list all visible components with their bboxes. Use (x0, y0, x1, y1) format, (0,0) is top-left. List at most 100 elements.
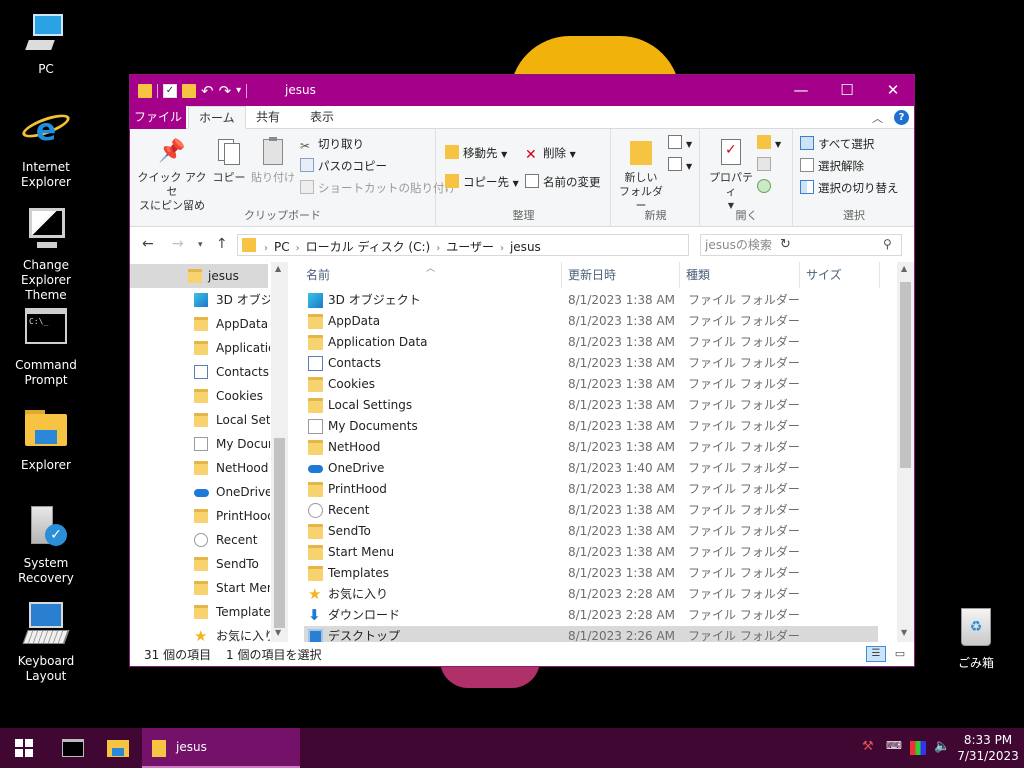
details-view-icon[interactable]: ☰ (866, 646, 886, 662)
table-row[interactable]: PrintHood 8/1/2023 1:38 AM ファイル フォルダー (304, 479, 878, 500)
table-row[interactable]: NetHood 8/1/2023 1:38 AM ファイル フォルダー (304, 437, 878, 458)
properties-button[interactable]: ✓ プロパティ ▼ (705, 137, 757, 213)
tools-tray-icon[interactable]: ⚒ (862, 739, 874, 754)
volume-muted-icon[interactable]: 🔈 (934, 739, 950, 754)
table-row[interactable]: 3D オブジェクト 8/1/2023 1:38 AM ファイル フォルダー (304, 290, 878, 311)
large-icons-view-icon[interactable]: ▭ (890, 646, 910, 662)
select-none-button[interactable]: 選択解除 (800, 156, 864, 176)
table-row[interactable]: My Documents 8/1/2023 1:38 AM ファイル フォルダー (304, 416, 878, 437)
table-row[interactable]: ★ お気に入り 8/1/2023 2:28 AM ファイル フォルダー (304, 584, 878, 605)
table-row[interactable]: OneDrive 8/1/2023 1:40 AM ファイル フォルダー (304, 458, 878, 479)
table-row[interactable]: AppData 8/1/2023 1:38 AM ファイル フォルダー (304, 311, 878, 332)
address-bar[interactable]: › PC › ローカル ディスク (C:) › ユーザー › jesus ⌵ ↻ (237, 234, 791, 256)
rename-button[interactable]: 名前の変更 (525, 172, 601, 192)
nav-item[interactable]: jesus (130, 264, 268, 288)
desktop-icon-command-prompt[interactable]: C:\_ Command Prompt (0, 306, 92, 388)
nav-item[interactable]: ★ お気に入り (130, 624, 270, 643)
paste-shortcut-button[interactable]: ショートカットの貼り付け (300, 178, 456, 198)
file-list-scrollbar[interactable]: ▲ ▼ (897, 262, 914, 642)
table-row[interactable]: Contacts 8/1/2023 1:38 AM ファイル フォルダー (304, 353, 878, 374)
delete-button[interactable]: ✕ 削除 ▼ (525, 143, 576, 163)
nav-item[interactable]: NetHood (130, 456, 270, 480)
taskbar-command-prompt[interactable] (52, 728, 92, 768)
new-folder-button[interactable]: 新しい フォルダー (616, 137, 666, 213)
tab-file[interactable]: ファイル (130, 106, 186, 129)
properties-icon[interactable]: ✓ (163, 84, 177, 98)
column-header-date[interactable]: 更新日時 (562, 262, 680, 288)
cut-button[interactable]: ✂ 切り取り (300, 134, 364, 154)
table-row[interactable]: ⬇ ダウンロード 8/1/2023 2:28 AM ファイル フォルダー (304, 605, 878, 626)
column-header-name[interactable]: ︿ 名前 (300, 262, 562, 288)
easy-access-button[interactable]: ▼ (668, 155, 692, 175)
move-to-button[interactable]: 移動先 ▼ (445, 143, 507, 163)
tab-share[interactable]: 共有 (246, 106, 290, 129)
nav-item[interactable]: SendTo (130, 552, 270, 576)
column-header-size[interactable]: サイズ (800, 262, 880, 288)
desktop-icon-system-recovery[interactable]: ✓ System Recovery (0, 504, 92, 586)
desktop-icon-pc[interactable]: PC (0, 10, 92, 77)
edit-button[interactable] (757, 155, 775, 175)
nav-item[interactable]: Contacts (130, 360, 270, 384)
nav-item[interactable]: 3D オブジェクト (130, 288, 270, 312)
recent-locations-icon[interactable]: ▾ (198, 240, 203, 250)
clock[interactable]: 8:33 PM 7/31/2023 (956, 732, 1020, 764)
breadcrumb-pc[interactable]: PC (274, 240, 290, 254)
breadcrumb-current[interactable]: jesus (510, 240, 541, 254)
display-color-tray-icon[interactable] (910, 741, 926, 755)
scroll-down-icon[interactable]: ▼ (275, 628, 281, 637)
customize-toolbar-icon[interactable]: ▾ (236, 84, 241, 98)
breadcrumb-users[interactable]: ユーザー (446, 240, 494, 254)
maximize-button[interactable]: ☐ (824, 75, 870, 106)
search-input[interactable] (705, 237, 875, 253)
nav-item[interactable]: Templates (130, 600, 270, 624)
desktop-icon-change-theme[interactable]: Change Explorer Theme (0, 206, 92, 303)
open-button[interactable]: ▼ (757, 133, 781, 153)
title-bar[interactable]: ✓ ↶ ↷ ▾ jesus — ☐ ✕ (130, 75, 914, 106)
table-row[interactable]: SendTo 8/1/2023 1:38 AM ファイル フォルダー (304, 521, 878, 542)
copy-to-button[interactable]: コピー先 ▼ (445, 172, 519, 192)
tab-home[interactable]: ホーム (188, 106, 246, 129)
taskbar-file-explorer[interactable] (98, 728, 138, 768)
table-row[interactable]: Start Menu 8/1/2023 1:38 AM ファイル フォルダー (304, 542, 878, 563)
select-all-button[interactable]: すべて選択 (800, 134, 874, 154)
close-button[interactable]: ✕ (870, 75, 916, 106)
pin-quick-access-button[interactable]: 📌 クイック アクセ スにピン留め (136, 137, 208, 213)
nav-item[interactable]: Application Data (130, 336, 270, 360)
nav-item[interactable]: Start Menu (130, 576, 270, 600)
column-header-type[interactable]: 種類 (680, 262, 800, 288)
desktop-icon-keyboard-layout[interactable]: Keyboard Layout (0, 602, 92, 684)
scroll-down-icon[interactable]: ▼ (901, 628, 907, 637)
table-row[interactable]: デスクトップ 8/1/2023 2:26 AM ファイル フォルダー (304, 626, 878, 642)
table-row[interactable]: Application Data 8/1/2023 1:38 AM ファイル フォル… (304, 332, 878, 353)
nav-item[interactable]: Local Settings (130, 408, 270, 432)
scrollbar-thumb[interactable] (274, 438, 285, 628)
nav-item[interactable]: OneDrive (130, 480, 270, 504)
help-icon[interactable]: ? (894, 110, 909, 125)
scroll-up-icon[interactable]: ▲ (901, 264, 907, 273)
scrollbar-thumb[interactable] (900, 282, 911, 468)
forward-arrow-icon[interactable]: → (172, 236, 184, 252)
new-item-button[interactable]: ▼ (668, 133, 692, 153)
new-folder-icon[interactable] (182, 84, 196, 98)
breadcrumb-local-disk[interactable]: ローカル ディスク (C:) (306, 240, 431, 254)
table-row[interactable]: Cookies 8/1/2023 1:38 AM ファイル フォルダー (304, 374, 878, 395)
copy-path-button[interactable]: パスのコピー (300, 156, 387, 176)
scroll-up-icon[interactable]: ▲ (275, 264, 281, 273)
up-arrow-icon[interactable]: ↑ (216, 236, 228, 252)
table-row[interactable]: Templates 8/1/2023 1:38 AM ファイル フォルダー (304, 563, 878, 584)
desktop-icon-internet-explorer[interactable]: e Internet Explorer (0, 108, 92, 190)
start-button[interactable] (0, 728, 48, 768)
history-button[interactable] (757, 177, 775, 197)
desktop-icon-explorer[interactable]: Explorer (0, 406, 92, 473)
nav-item[interactable]: Cookies (130, 384, 270, 408)
undo-icon[interactable]: ↶ (201, 84, 214, 99)
keyboard-tray-icon[interactable]: ⌨ (886, 739, 902, 752)
table-row[interactable]: Recent 8/1/2023 1:38 AM ファイル フォルダー (304, 500, 878, 521)
paste-button[interactable]: 貼り付け (250, 137, 296, 185)
back-arrow-icon[interactable]: ← (142, 236, 154, 252)
desktop-icon-recycle-bin[interactable]: ♻ ごみ箱 (930, 604, 1022, 671)
invert-selection-button[interactable]: 選択の切り替え (800, 178, 899, 198)
nav-item[interactable]: PrintHood (130, 504, 270, 528)
table-row[interactable]: Local Settings 8/1/2023 1:38 AM ファイル フォルダー (304, 395, 878, 416)
nav-item[interactable]: Recent (130, 528, 270, 552)
